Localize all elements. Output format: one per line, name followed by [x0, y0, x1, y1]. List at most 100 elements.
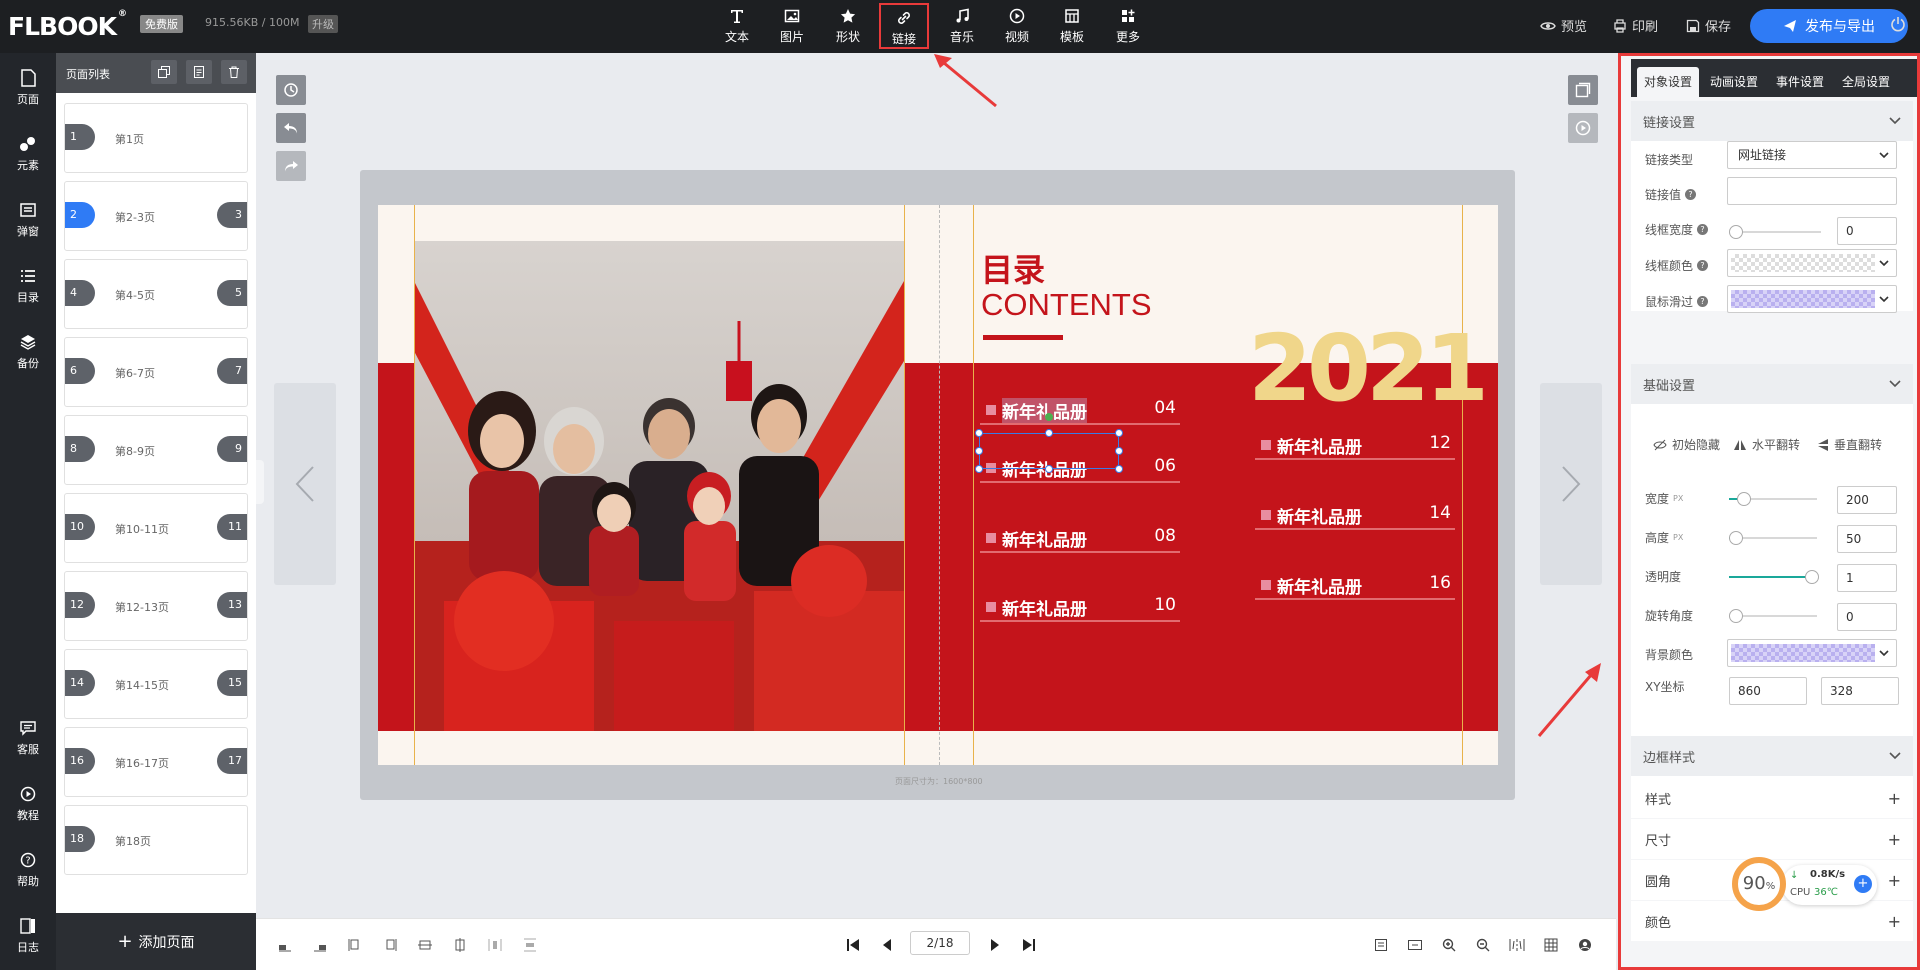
slider-knob[interactable]: [1729, 531, 1743, 545]
prev-page-arrow[interactable]: [274, 383, 336, 585]
help-icon[interactable]: ?: [1685, 189, 1697, 200]
nav-service[interactable]: 客服: [0, 717, 56, 757]
align-center-vertical-icon[interactable]: [451, 937, 469, 953]
distribute-horizontal-icon[interactable]: [486, 937, 504, 953]
play-preview-button[interactable]: [1568, 113, 1598, 143]
nav-log[interactable]: 日志: [0, 915, 56, 955]
tool-more-button[interactable]: 更多: [1105, 6, 1151, 46]
add-page-button[interactable]: + 添加页面: [56, 913, 256, 970]
power-icon[interactable]: [1890, 16, 1906, 32]
add-frame-button[interactable]: [1568, 75, 1598, 105]
tool-video-button[interactable]: 视频: [994, 6, 1040, 46]
align-left-icon[interactable]: [346, 937, 364, 953]
page-settings-icon[interactable]: [1372, 937, 1390, 953]
previous-page-icon[interactable]: [878, 937, 896, 953]
user-settings-icon[interactable]: [1576, 937, 1594, 953]
border-color-picker[interactable]: [1727, 249, 1897, 277]
link-value-input[interactable]: [1727, 177, 1897, 205]
nav-elements[interactable]: 元素: [0, 133, 56, 173]
nav-toc[interactable]: 目录: [0, 265, 56, 305]
next-page-arrow[interactable]: [1540, 383, 1602, 585]
rotate-handle[interactable]: [1045, 413, 1053, 421]
opacity-input[interactable]: 1: [1837, 564, 1897, 592]
ruler-icon[interactable]: [1508, 937, 1526, 953]
width-input[interactable]: 200: [1837, 486, 1897, 514]
rotation-input[interactable]: 0: [1837, 603, 1897, 631]
copy-page-button[interactable]: [151, 60, 177, 84]
history-button[interactable]: [276, 75, 306, 105]
toc-subheading[interactable]: CONTENTS: [981, 287, 1152, 323]
toc-entry[interactable]: 新年礼品册 14: [1255, 498, 1455, 530]
delete-page-button[interactable]: [221, 60, 247, 84]
resize-handle[interactable]: [975, 447, 983, 455]
next-page-icon[interactable]: [986, 937, 1004, 953]
slider-knob[interactable]: [1729, 609, 1743, 623]
distribute-vertical-icon[interactable]: [521, 937, 539, 953]
slider-knob[interactable]: [1729, 225, 1743, 239]
y-coordinate-input[interactable]: 328: [1821, 677, 1899, 705]
plus-icon[interactable]: +: [1888, 830, 1901, 849]
app-logo[interactable]: FLBOOK ®: [8, 9, 127, 41]
tab-global-settings[interactable]: 全局设置: [1835, 67, 1897, 97]
family-photo[interactable]: [414, 241, 904, 731]
flip-vertical-button[interactable]: 垂直翻转: [1817, 436, 1882, 453]
height-slider[interactable]: [1729, 531, 1817, 545]
slider-knob[interactable]: [1737, 492, 1751, 506]
nav-backup[interactable]: 备份: [0, 331, 56, 371]
save-button[interactable]: 保存: [1686, 16, 1731, 35]
preview-button[interactable]: 预览: [1540, 16, 1587, 35]
publish-export-button[interactable]: 发布与导出: [1750, 9, 1908, 43]
tool-template-button[interactable]: 模板: [1049, 6, 1095, 46]
first-page-icon[interactable]: [844, 937, 862, 953]
border-style-header[interactable]: 边框样式: [1631, 736, 1913, 776]
nav-popup[interactable]: 弹窗: [0, 199, 56, 239]
resize-handle[interactable]: [975, 429, 983, 437]
align-bottom-right-icon[interactable]: [311, 937, 329, 953]
toc-heading[interactable]: 目录: [981, 245, 1045, 291]
panel-collapse-handle[interactable]: [256, 460, 264, 504]
page-list-item[interactable]: 10 第10-11页 11: [64, 493, 248, 563]
tab-event-settings[interactable]: 事件设置: [1769, 67, 1831, 97]
opacity-slider[interactable]: [1729, 570, 1819, 584]
resize-handle[interactable]: [1045, 465, 1053, 473]
nav-tutorial[interactable]: 教程: [0, 783, 56, 823]
page-list-item[interactable]: 18 第18页: [64, 805, 248, 875]
toc-entry[interactable]: 新年礼品册 08: [980, 521, 1180, 553]
basic-settings-header[interactable]: 基础设置: [1631, 364, 1913, 404]
toc-underline[interactable]: [983, 335, 1063, 340]
initial-hidden-toggle[interactable]: 初始隐藏: [1653, 436, 1720, 453]
border-width-input[interactable]: 0: [1837, 217, 1897, 245]
rotation-slider[interactable]: [1729, 609, 1817, 623]
help-icon[interactable]: ?: [1697, 260, 1709, 271]
toc-entry[interactable]: 新年礼品册 04: [980, 393, 1180, 425]
page-list-item[interactable]: 12 第12-13页 13: [64, 571, 248, 641]
page-list-item[interactable]: 16 第16-17页 17: [64, 727, 248, 797]
resize-handle[interactable]: [1115, 465, 1123, 473]
upgrade-button[interactable]: 升级: [308, 15, 338, 33]
toc-entry[interactable]: 新年礼品册 12: [1255, 428, 1455, 460]
tool-text-button[interactable]: 文本: [714, 6, 760, 46]
toc-entry[interactable]: 新年礼品册 10: [980, 590, 1180, 622]
duplicate-page-button[interactable]: [186, 60, 212, 84]
help-icon[interactable]: ?: [1697, 296, 1709, 307]
print-button[interactable]: 印刷: [1613, 16, 1658, 35]
border-row-size[interactable]: 尺寸 +: [1631, 819, 1913, 859]
resize-handle[interactable]: [975, 465, 983, 473]
page-list-item[interactable]: 2 第2-3页 3: [64, 181, 248, 251]
plus-icon[interactable]: +: [1888, 912, 1901, 931]
undo-button[interactable]: [276, 113, 306, 143]
nav-page[interactable]: 页面: [0, 67, 56, 107]
last-page-icon[interactable]: [1020, 937, 1038, 953]
grid-icon[interactable]: [1542, 937, 1560, 953]
x-coordinate-input[interactable]: 860: [1729, 677, 1807, 705]
resize-handle[interactable]: [1115, 429, 1123, 437]
plus-icon[interactable]: +: [1888, 789, 1901, 808]
page-list-item[interactable]: 4 第4-5页 5: [64, 259, 248, 329]
link-type-select[interactable]: 网址链接: [1727, 141, 1897, 169]
year-graphic[interactable]: 2021: [1248, 315, 1489, 422]
redo-button[interactable]: [276, 151, 306, 181]
nav-help[interactable]: ? 帮助: [0, 849, 56, 889]
tool-shape-button[interactable]: 形状: [825, 6, 871, 46]
tab-object-settings[interactable]: 对象设置: [1637, 67, 1700, 97]
flip-horizontal-button[interactable]: 水平翻转: [1733, 436, 1800, 453]
